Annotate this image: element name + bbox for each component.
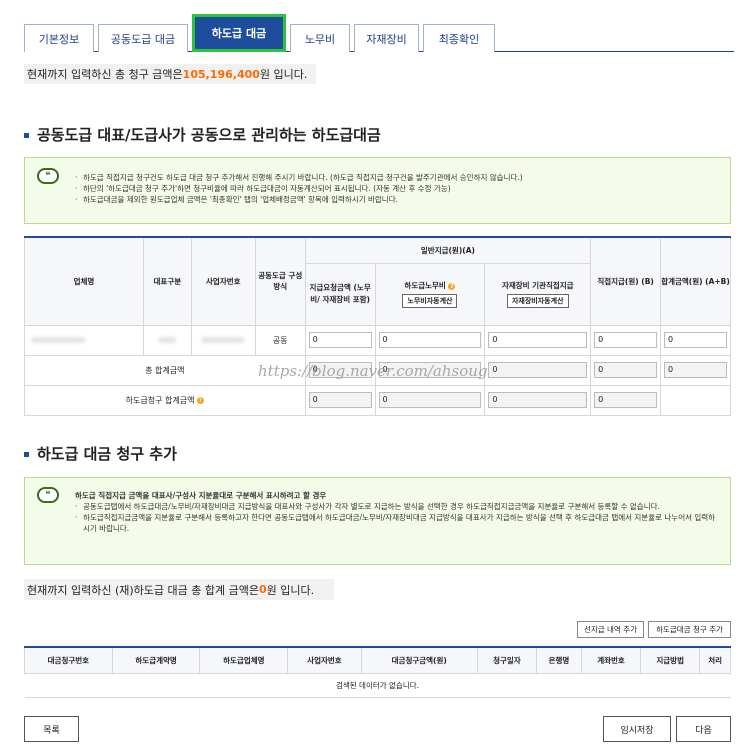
summary-prefix: 현재까지 입력하신 총 청구 금액은	[27, 68, 183, 81]
col-header: 지급방법	[640, 646, 701, 674]
subcontract-sum-label: 하도급청구 합계금액 ?	[24, 384, 306, 416]
quote-icon: ❝	[37, 168, 59, 184]
joint-subcontract-table: 업체명 대표구분 사업자번호 공동도급 구성방식 일반지급(원)(A) 직접지급…	[24, 236, 731, 416]
tab-final-check[interactable]: 최종확인	[423, 24, 495, 52]
sub-sum-labor: 0	[378, 392, 482, 408]
bullet-icon	[24, 133, 29, 138]
notice-item: 공동도급탭에서 하도급대금/노무비/자재장비대금 지급방식을 대표사와 구성사가…	[75, 501, 718, 512]
col-header: 하도급계약명	[111, 646, 201, 674]
col-header: 은행명	[536, 646, 582, 674]
tab-joint-contract[interactable]: 공동도급 대금	[98, 24, 188, 52]
tab-subcontract[interactable]: 하도급 대금	[192, 14, 286, 52]
company-name-cell	[24, 324, 144, 356]
total-claim-summary: 현재까지 입력하신 총 청구 금액은 105,196,400 원 입니다.	[24, 64, 316, 84]
claim-list-table: 대금청구번호 하도급계약명 하도급업체명 사업자번호 대금청구금액(원) 청구일…	[24, 646, 731, 698]
sum-row-label: 총 합계금액	[24, 354, 306, 386]
joint-type-cell: 공동	[254, 324, 306, 356]
empty-message: 검색된 데이터가 없습니다.	[24, 672, 731, 698]
sub-sum-request-amount: 0	[308, 392, 372, 408]
notice-box-claim: ❝ 하도급 직접지급 금액을 대표사/구성사 지분율대로 구분해서 표시하려고 …	[24, 477, 731, 565]
summary2-suffix: 원 입니다.	[266, 583, 315, 597]
info-icon: ?	[448, 282, 456, 290]
notice-item: 하도급직접지급금액을 지분율로 구분해서 등록하고자 한다면 공동도급탭에서 하…	[75, 512, 718, 534]
col-header: 계좌번호	[580, 646, 642, 674]
notice-item: 하단의 '하도급대금 청구 추가'하면 청구비율에 따라 하도급대금이 자동계산…	[75, 183, 718, 194]
biz-no-cell	[190, 324, 256, 356]
tab-labor[interactable]: 노무비	[290, 24, 350, 52]
add-claim-button[interactable]: 하도급대금 청구 추가	[648, 621, 731, 638]
tab-materials[interactable]: 자재장비	[354, 24, 419, 52]
rep-type-cell	[142, 324, 192, 356]
sum-labor: 0	[378, 362, 482, 378]
col-header: 청구일자	[476, 646, 538, 674]
header-material: 자재장비 기관직접지급 자재장비자동계산	[484, 262, 592, 326]
sum-direct: 0	[594, 362, 658, 378]
request-amount-input[interactable]: 0	[308, 332, 372, 348]
notice-item: 하도급대금을 제외한 원도급업체 금액은 '최종확인' 탭의 '업체배정금액' …	[75, 194, 718, 205]
summary-suffix: 원 입니다.	[259, 68, 308, 81]
subcontract-total-summary: 현재까지 입력하신 (재)하도급 대금 총 합계 금액은 0원 입니다.	[24, 579, 334, 600]
header-total-amount: 합계금액(원) (A+B)	[660, 236, 731, 326]
col-header: 처리	[699, 646, 731, 674]
sum-total: 0	[664, 362, 727, 378]
col-header: 하도급업체명	[199, 646, 289, 674]
empty-cell	[660, 384, 731, 416]
redacted-text	[201, 337, 246, 343]
redacted-text	[31, 337, 86, 343]
header-rep-type: 대표구분	[142, 236, 192, 326]
quote-icon: ❝	[37, 487, 59, 503]
col-header: 대금청구번호	[24, 646, 113, 674]
labor-input[interactable]: 0	[378, 332, 482, 348]
total-input[interactable]: 0	[664, 332, 727, 348]
summary2-amount: 0	[258, 583, 267, 596]
header-joint-type: 공동도급 구성방식	[254, 236, 306, 326]
section-title-add-claim: 하도급 대금 청구 추가	[24, 443, 177, 464]
sub-sum-direct: 0	[594, 392, 658, 408]
material-auto-calc-button[interactable]: 자재장비자동계산	[506, 294, 569, 308]
summary2-prefix: 현재까지 입력하신 (재)하도급 대금 총 합계 금액은	[27, 583, 259, 597]
notice-item: 하도급 직접지급 청구건도 하도급 대금 청구 추가해서 진행해 주시기 바랍니…	[75, 172, 718, 183]
header-biz-no: 사업자번호	[190, 236, 256, 326]
temp-save-button[interactable]: 임시저장	[603, 716, 671, 742]
sum-request-amount: 0	[308, 362, 372, 378]
header-request-amount: 지급요청금액 (노무비/ 자재장비 포함)	[304, 262, 376, 326]
next-button[interactable]: 다음	[676, 716, 731, 742]
bullet-icon	[24, 452, 29, 457]
header-company: 업체명	[24, 236, 144, 326]
sub-sum-material: 0	[488, 392, 588, 408]
add-prepaid-button[interactable]: 선지급 내역 추가	[577, 621, 644, 638]
list-button[interactable]: 목록	[24, 716, 79, 742]
header-labor: 하도급노무비 ? 노무비자동계산	[374, 262, 486, 326]
info-icon: ?	[197, 396, 204, 404]
col-header: 사업자번호	[287, 646, 362, 674]
tab-basic-info[interactable]: 기본정보	[24, 24, 94, 52]
notice-head: 하도급 직접지급 금액을 대표사/구성사 지분율대로 구분해서 표시하려고 할 …	[75, 491, 327, 500]
tab-bar: 기본정보 공동도급 대금 하도급 대금 노무비 자재장비 최종확인	[24, 14, 499, 52]
direct-input[interactable]: 0	[594, 332, 658, 348]
header-general-payment: 일반지급(원)(A)	[304, 236, 592, 264]
section-title-joint: 공동도급 대표/도급사가 공동으로 관리하는 하도급대금	[24, 124, 381, 145]
labor-auto-calc-button[interactable]: 노무비자동계산	[402, 294, 458, 308]
col-header: 대금청구금액(원)	[360, 646, 478, 674]
redacted-text	[158, 337, 177, 343]
sum-material: 0	[488, 362, 588, 378]
notice-box-joint: ❝ 하도급 직접지급 청구건도 하도급 대금 청구 추가해서 진행해 주시기 바…	[24, 157, 731, 224]
summary-amount: 105,196,400	[182, 67, 260, 81]
header-direct-payment: 직접지급(원) (B)	[590, 236, 662, 326]
material-input[interactable]: 0	[488, 332, 588, 348]
